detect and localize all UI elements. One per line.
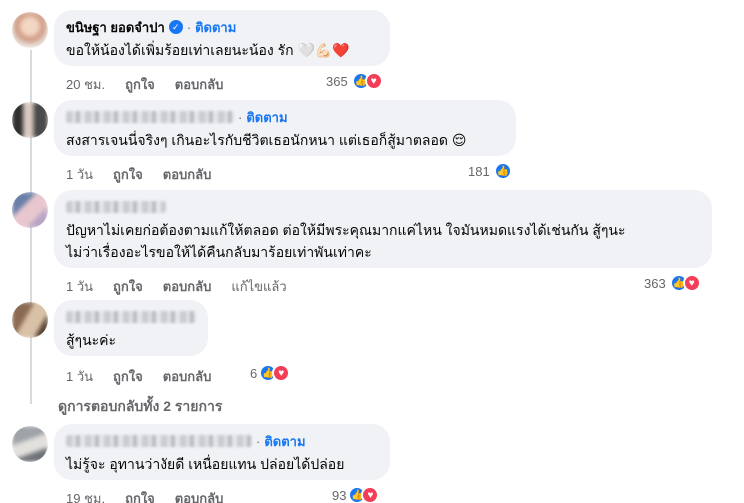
reaction-count: 93 (332, 487, 347, 503)
comment-timestamp[interactable]: 20 ชม. (66, 74, 105, 95)
comment-bubble: ปัญหาไม่เคยก่อต้องตามแก้ให้ตลอด ต่อให้มี… (54, 190, 712, 268)
reaction-summary[interactable]: 93 👍 ♥ (332, 486, 380, 503)
redacted-name[interactable] (66, 311, 196, 323)
comment-bubble: · ติดตาม ไม่รู้จะ อุทานว่างัยดี เหนื่อยแ… (54, 424, 390, 480)
comment-text: ขอให้น้องได้เพิ่มร้อยเท่าเลยนะน้อง รัก 🤍… (66, 42, 350, 58)
edited-label[interactable]: แก้ไขแล้ว (231, 276, 286, 297)
follow-button[interactable]: ติดตาม (195, 17, 236, 38)
reply-button[interactable]: ตอบกลับ (175, 488, 224, 503)
like-button[interactable]: ถูกใจ (125, 488, 155, 503)
like-button[interactable]: ถูกใจ (113, 366, 143, 387)
comment-timestamp[interactable]: 1 วัน (66, 164, 93, 185)
reaction-count: 363 (644, 275, 666, 291)
verified-badge-icon: ✓ (168, 20, 183, 34)
reaction-summary[interactable]: 363 👍 ♥ (644, 274, 701, 292)
redacted-name[interactable] (66, 201, 166, 213)
comment-actions: 20 ชม. ถูกใจ ตอบกลับ (66, 74, 223, 95)
avatar[interactable] (12, 192, 48, 228)
avatar[interactable] (12, 302, 48, 338)
like-button[interactable]: ถูกใจ (113, 164, 143, 185)
love-reaction-icon: ♥ (682, 274, 701, 292)
comment-text-line-2: ไม่ว่าเรื่องอะไรขอให้ได้คืนกลับมาร้อยเท่… (66, 244, 372, 260)
love-reaction-icon: ♥ (364, 72, 383, 90)
like-reaction-icon: 👍 (493, 162, 512, 180)
follow-button[interactable]: ติดตาม (264, 431, 305, 452)
see-replies-link[interactable]: ดูการตอบกลับทั้ง 2 รายการ (58, 396, 222, 418)
redacted-name[interactable] (66, 111, 234, 123)
comment-timestamp[interactable]: 19 ชม. (66, 488, 105, 503)
separator-dot: · (238, 109, 243, 125)
comment-text: สู้ๆนะค่ะ (66, 332, 117, 348)
like-button[interactable]: ถูกใจ (125, 74, 155, 95)
redacted-name[interactable] (66, 435, 252, 447)
avatar[interactable] (12, 12, 48, 48)
reaction-summary[interactable]: 365 👍 ♥ (326, 72, 383, 90)
comment-bubble: · ติดตาม สงสารเจนนี่จริงๆ เกินอะไรกับชีว… (54, 100, 516, 156)
comment-bubble: สู้ๆนะค่ะ (54, 300, 208, 356)
comment-text: สงสารเจนนี่จริงๆ เกินอะไรกับชีวิตเธอนักห… (66, 132, 467, 148)
reply-button[interactable]: ตอบกลับ (163, 164, 212, 185)
reaction-summary[interactable]: 181 👍 (468, 162, 512, 180)
avatar[interactable] (12, 426, 48, 462)
comment-actions: 1 วัน ถูกใจ ตอบกลับ แก้ไขแล้ว (66, 276, 287, 297)
comment-text: ไม่รู้จะ อุทานว่างัยดี เหนื่อยแทน ปล่อยไ… (66, 456, 345, 472)
comment-timestamp[interactable]: 1 วัน (66, 366, 93, 387)
love-reaction-icon: ♥ (272, 364, 291, 382)
comment-actions: 1 วัน ถูกใจ ตอบกลับ (66, 164, 211, 185)
comment-bubble: ขนิษฐา ยอดจำปา ✓ · ติดตาม ขอให้น้องได้เพ… (54, 10, 390, 66)
like-button[interactable]: ถูกใจ (113, 276, 143, 297)
reaction-count: 181 (468, 163, 490, 179)
reply-button[interactable]: ตอบกลับ (175, 74, 224, 95)
reply-button[interactable]: ตอบกลับ (163, 276, 212, 297)
separator-dot: · (256, 433, 261, 449)
reply-button[interactable]: ตอบกลับ (163, 366, 212, 387)
avatar[interactable] (12, 102, 48, 138)
reaction-count: 6 (250, 365, 258, 381)
reply-connector-line (30, 390, 32, 404)
reaction-count: 365 (326, 73, 348, 89)
reaction-summary[interactable]: 6 👍 ♥ (250, 364, 291, 382)
love-reaction-icon: ♥ (361, 486, 380, 503)
comment-timestamp[interactable]: 1 วัน (66, 276, 93, 297)
comment-actions: 1 วัน ถูกใจ ตอบกลับ (66, 366, 211, 387)
commenter-name[interactable]: ขนิษฐา ยอดจำปา (66, 17, 165, 38)
follow-button[interactable]: ติดตาม (246, 107, 287, 128)
comment-text-line-1: ปัญหาไม่เคยก่อต้องตามแก้ให้ตลอด ต่อให้มี… (66, 222, 626, 238)
separator-dot: · (186, 19, 192, 35)
comment-actions: 19 ชม. ถูกใจ ตอบกลับ (66, 488, 223, 503)
